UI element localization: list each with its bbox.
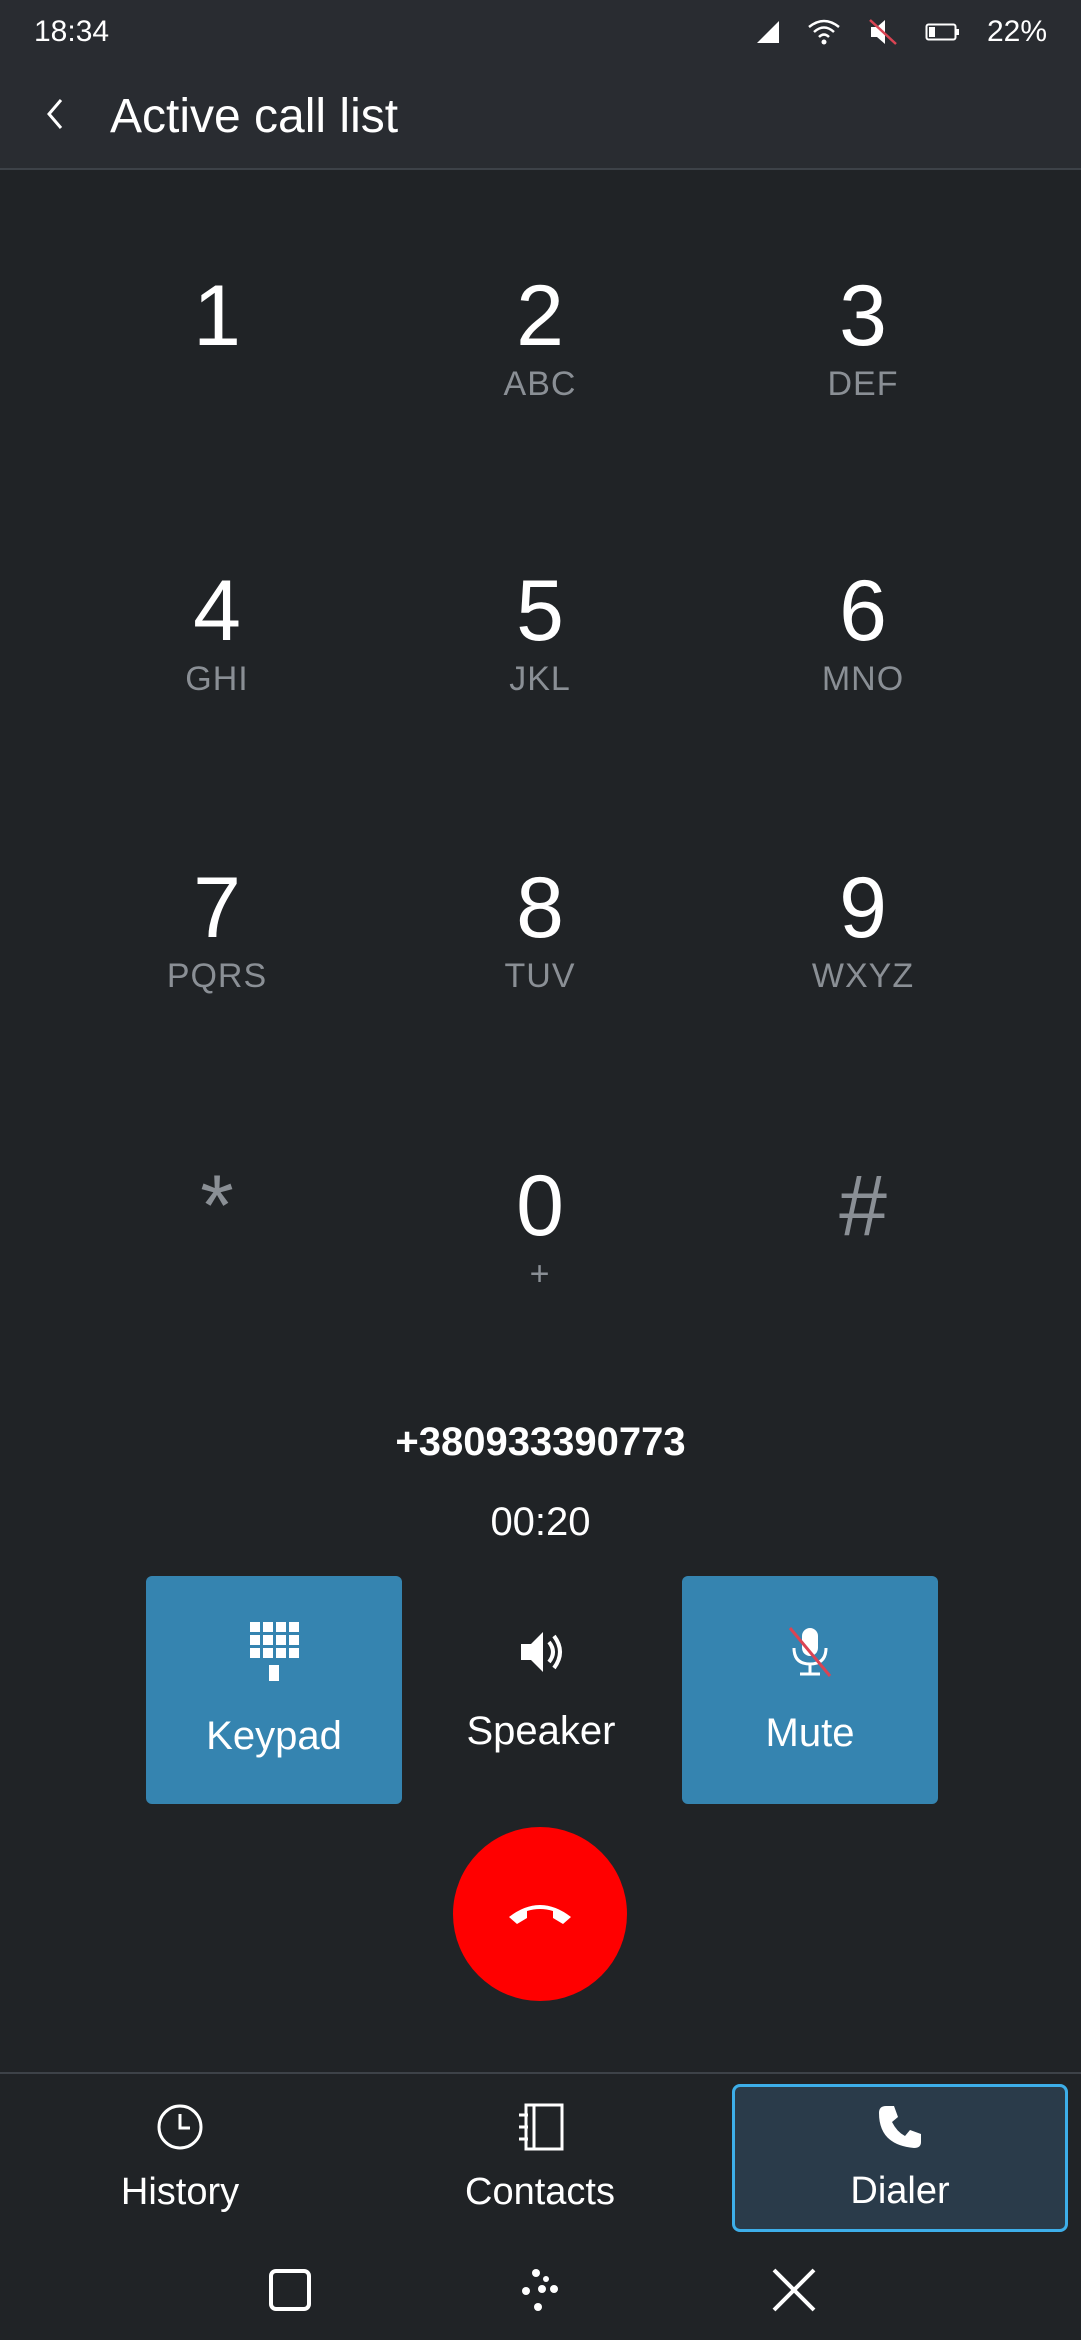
key-letters: + — [529, 1255, 551, 1293]
close-icon — [770, 2266, 818, 2319]
chevron-left-icon — [43, 94, 67, 139]
key-letters: DEF — [827, 365, 899, 403]
clock-icon — [155, 2102, 205, 2157]
key-digit: 0 — [516, 1158, 564, 1254]
nav-contacts[interactable]: Contacts — [372, 2084, 708, 2232]
home-button[interactable] — [491, 2244, 591, 2340]
mute-button-label: Mute — [765, 1711, 855, 1755]
key-2[interactable]: 2 ABC — [390, 270, 690, 470]
call-actions: Keypad Speaker Mute — [0, 1576, 1081, 1806]
nav-dialer-label: Dialer — [850, 2170, 950, 2212]
key-digit: 6 — [839, 563, 887, 659]
key-letters: ABC — [503, 365, 577, 403]
key-3[interactable]: 3 DEF — [713, 270, 1013, 470]
key-letters: JKL — [509, 660, 571, 698]
key-digit: * — [200, 1158, 234, 1254]
key-hash[interactable]: # — [713, 1160, 1013, 1360]
key-digit: 9 — [839, 860, 887, 956]
key-letters: MNO — [821, 660, 905, 698]
battery-percent: 22% — [986, 15, 1047, 48]
key-6[interactable]: 6 MNO — [713, 565, 1013, 765]
key-digit: # — [839, 1158, 887, 1254]
dialpad-icon — [249, 1621, 299, 1688]
hangup-icon — [505, 1897, 575, 1932]
key-digit: 2 — [516, 268, 564, 364]
key-digit: 4 — [193, 563, 241, 659]
key-4[interactable]: 4 GHI — [67, 565, 367, 765]
key-7[interactable]: 7 PQRS — [67, 862, 367, 1062]
key-1[interactable]: 1 — [67, 270, 367, 470]
phone-icon — [876, 2103, 924, 2156]
key-9[interactable]: 9 WXYZ — [713, 862, 1013, 1062]
call-number: +380933390773 — [395, 1420, 686, 1464]
hangup-button[interactable] — [453, 1827, 627, 2001]
header: Active call list — [0, 64, 1081, 170]
close-button[interactable] — [744, 2244, 844, 2340]
bottom-navigation: History Contacts Dialer — [0, 2072, 1081, 2236]
nav-history-label: History — [120, 2171, 240, 2213]
wifi-icon — [807, 18, 841, 46]
contacts-icon — [514, 2102, 566, 2157]
system-nav-bar — [0, 2244, 1081, 2340]
mic-off-icon — [784, 1624, 836, 1685]
speaker-button-label: Speaker — [466, 1709, 616, 1753]
key-letters: PQRS — [166, 957, 268, 995]
key-digit: 8 — [516, 860, 564, 956]
nav-contacts-label: Contacts — [465, 2171, 615, 2213]
keypad-button-label: Keypad — [206, 1714, 342, 1758]
signal-icon — [755, 19, 781, 45]
page-title: Active call list — [110, 89, 399, 143]
speaker-icon — [515, 1626, 567, 1683]
battery-icon — [925, 22, 961, 42]
key-letters: WXYZ — [811, 957, 915, 995]
overview-button[interactable] — [240, 2244, 340, 2340]
nav-history[interactable]: History — [12, 2084, 348, 2232]
status-icons: 22% — [755, 15, 1047, 49]
key-letters: GHI — [185, 660, 249, 698]
status-time: 18:34 — [34, 15, 110, 48]
nav-dialer[interactable]: Dialer — [732, 2084, 1068, 2232]
key-letters: TUV — [504, 957, 576, 995]
status-bar: 18:34 22% — [0, 0, 1081, 64]
call-timer: 00:20 — [490, 1500, 591, 1544]
muted-speaker-icon — [867, 17, 899, 47]
mute-button[interactable]: Mute — [682, 1576, 938, 1804]
back-button[interactable] — [0, 63, 110, 169]
key-digit: 1 — [193, 268, 241, 364]
key-8[interactable]: 8 TUV — [390, 862, 690, 1062]
home-dots-icon — [516, 2267, 566, 2318]
speaker-button[interactable]: Speaker — [413, 1576, 669, 1804]
key-digit: 7 — [193, 860, 241, 956]
key-5[interactable]: 5 JKL — [390, 565, 690, 765]
key-star[interactable]: * — [67, 1160, 367, 1360]
key-digit: 5 — [516, 563, 564, 659]
key-0[interactable]: 0 + — [390, 1160, 690, 1360]
square-icon — [268, 2268, 312, 2317]
key-digit: 3 — [839, 268, 887, 364]
keypad-button[interactable]: Keypad — [146, 1576, 402, 1804]
